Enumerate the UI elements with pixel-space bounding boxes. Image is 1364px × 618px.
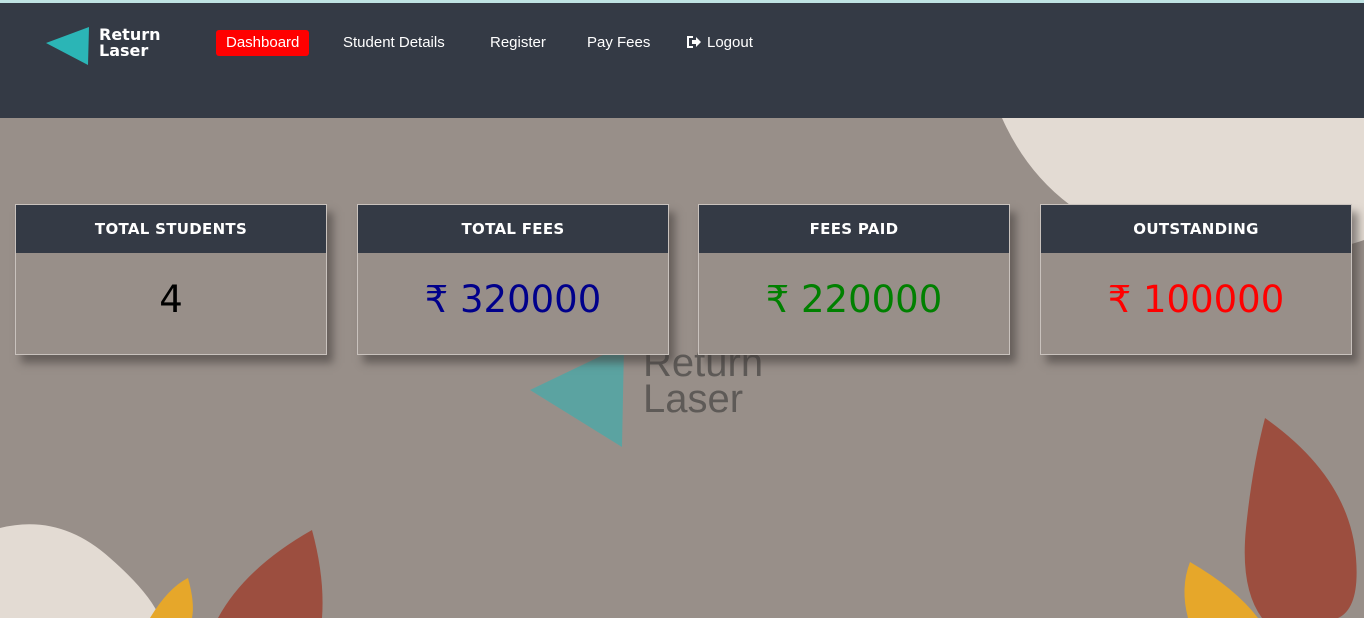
- stat-card-fees-paid: FEES PAID ₹ 220000: [698, 204, 1010, 355]
- red-leaf-bottom-right: [1244, 418, 1357, 618]
- brand-logo[interactable]: Return Laser: [46, 27, 186, 69]
- cream-blob-bottom-left: [0, 524, 160, 618]
- nav-student-details[interactable]: Student Details: [343, 30, 445, 56]
- card-value: ₹ 100000: [1107, 278, 1285, 321]
- nav-register-label: Register: [490, 34, 546, 51]
- nav-pay-fees[interactable]: Pay Fees: [587, 30, 650, 56]
- logo-triangle-icon: [46, 27, 89, 65]
- nav-dashboard-label: Dashboard: [226, 34, 300, 51]
- card-value: 4: [159, 278, 183, 321]
- stat-card-outstanding: OUTSTANDING ₹ 100000: [1040, 204, 1352, 355]
- card-title: TOTAL STUDENTS: [16, 205, 326, 253]
- brand-name: Return Laser: [99, 27, 161, 59]
- watermark-triangle-icon: [530, 345, 624, 447]
- card-value: ₹ 320000: [424, 278, 602, 321]
- card-title: FEES PAID: [699, 205, 1009, 253]
- stat-card-total-fees: TOTAL FEES ₹ 320000: [357, 204, 669, 355]
- red-leaf-bottom-left: [218, 530, 323, 618]
- watermark-text: Return Laser: [643, 343, 763, 421]
- nav-logout-label: Logout: [707, 34, 753, 51]
- nav-dashboard[interactable]: Dashboard: [216, 30, 310, 56]
- nav-pay-fees-label: Pay Fees: [587, 34, 651, 51]
- sign-out-icon: [687, 36, 701, 48]
- nav-logout[interactable]: Logout: [686, 30, 753, 56]
- nav-student-details-label: Student Details: [343, 34, 445, 51]
- yellow-leaf-bottom-left: [150, 578, 193, 618]
- navbar: Return Laser Dashboard Student Details R…: [0, 3, 1364, 118]
- brand-line2: Laser: [99, 41, 149, 60]
- card-value: ₹ 220000: [765, 278, 943, 321]
- card-title: OUTSTANDING: [1041, 205, 1351, 253]
- watermark-logo: Return Laser: [530, 343, 820, 455]
- stat-card-total-students: TOTAL STUDENTS 4: [15, 204, 327, 355]
- card-title: TOTAL FEES: [358, 205, 668, 253]
- nav-register[interactable]: Register: [490, 30, 546, 56]
- dashboard-page: Return Laser Return Laser Dashboard Stud…: [0, 0, 1364, 618]
- watermark-line2: Laser: [643, 377, 744, 421]
